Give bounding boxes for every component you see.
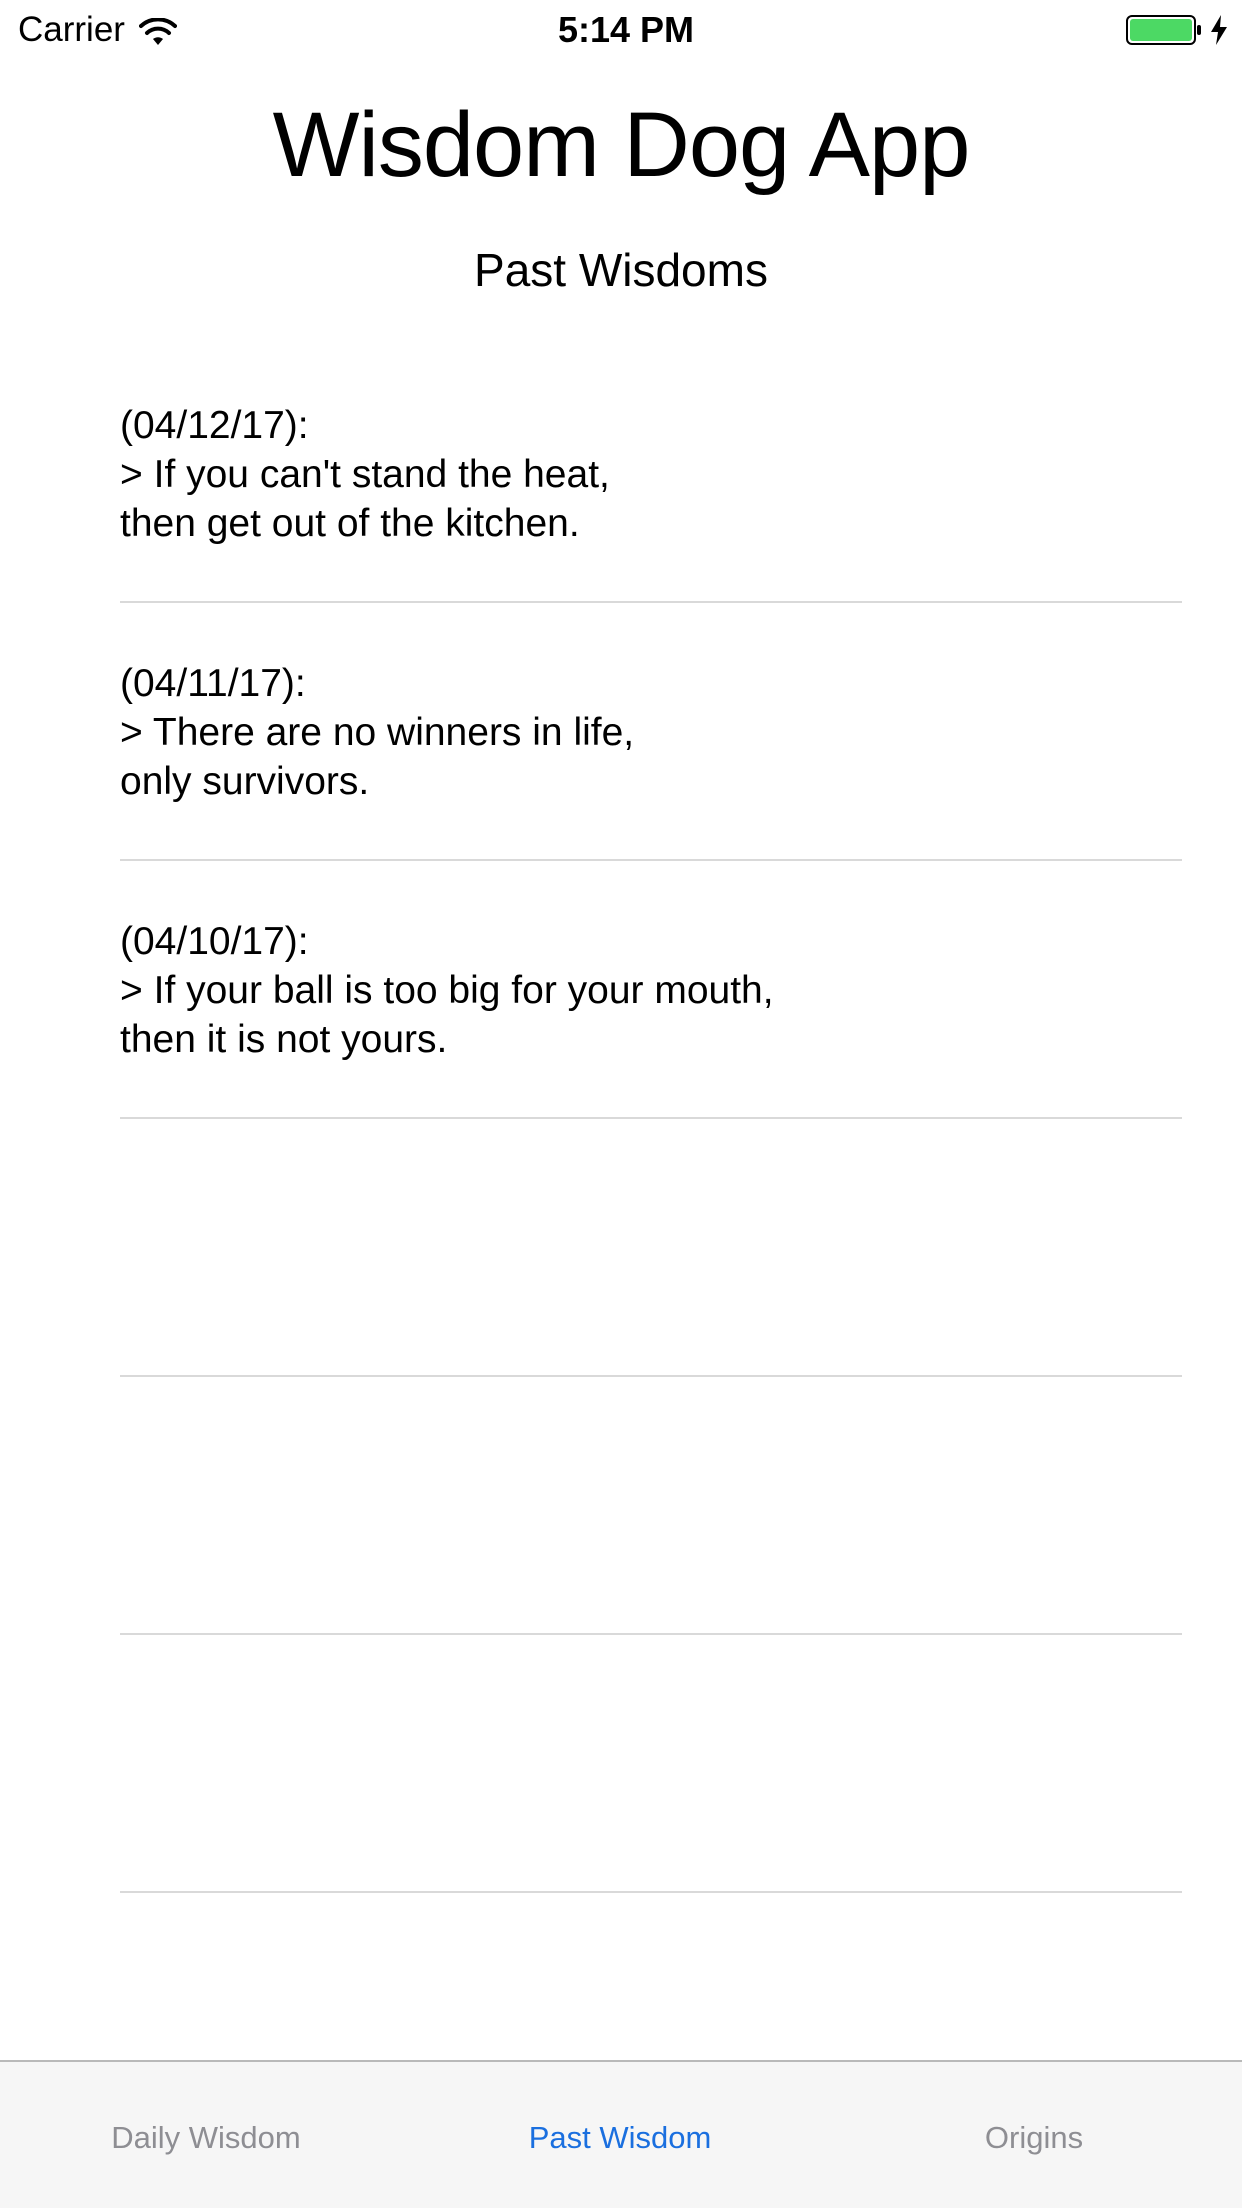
tab-bar: Daily Wisdom Past Wisdom Origins — [0, 2060, 1242, 2208]
battery-group — [1126, 14, 1228, 46]
empty-row — [120, 1635, 1182, 1893]
wisdom-text-line-1: > If you can't stand the heat, — [120, 453, 610, 496]
empty-row — [120, 1377, 1182, 1635]
app-title: Wisdom Dog App — [272, 94, 971, 196]
battery-icon — [1126, 14, 1204, 46]
wisdom-row[interactable]: (04/11/17): > There are no winners in li… — [120, 603, 1182, 861]
wisdom-text-line-2: only survivors. — [120, 760, 370, 803]
wisdom-row[interactable]: (04/12/17): > If you can't stand the hea… — [120, 345, 1182, 603]
wisdom-text-line-2: then get out of the kitchen. — [120, 502, 580, 545]
wisdom-text-line-1: > If your ball is too big for your mouth… — [120, 969, 774, 1012]
wisdom-date: (04/10/17): — [120, 920, 309, 963]
tab-origins[interactable]: Origins — [854, 2118, 1214, 2158]
wisdom-row[interactable]: (04/10/17): > If your ball is too big fo… — [120, 861, 1182, 1119]
wisdom-text-line-1: > There are no winners in life, — [120, 711, 635, 754]
wisdom-list[interactable]: (04/12/17): > If you can't stand the hea… — [120, 345, 1182, 1893]
wisdom-text-line-2: then it is not yours. — [120, 1018, 448, 1061]
wisdom-date: (04/12/17): — [120, 404, 309, 447]
charging-bolt-icon — [1210, 15, 1228, 45]
status-time: 5:14 PM — [557, 9, 695, 50]
tab-daily-wisdom[interactable]: Daily Wisdom — [26, 2118, 386, 2158]
screen: Carrier 5:14 PM Wisdom Dog App Past Wisd… — [0, 0, 1242, 2208]
tab-past-wisdom[interactable]: Past Wisdom — [440, 2118, 800, 2158]
empty-row — [120, 1119, 1182, 1377]
wisdom-date: (04/11/17): — [120, 662, 306, 705]
status-bar: Carrier 5:14 PM — [0, 0, 1242, 62]
section-title: Past Wisdoms — [474, 244, 768, 296]
